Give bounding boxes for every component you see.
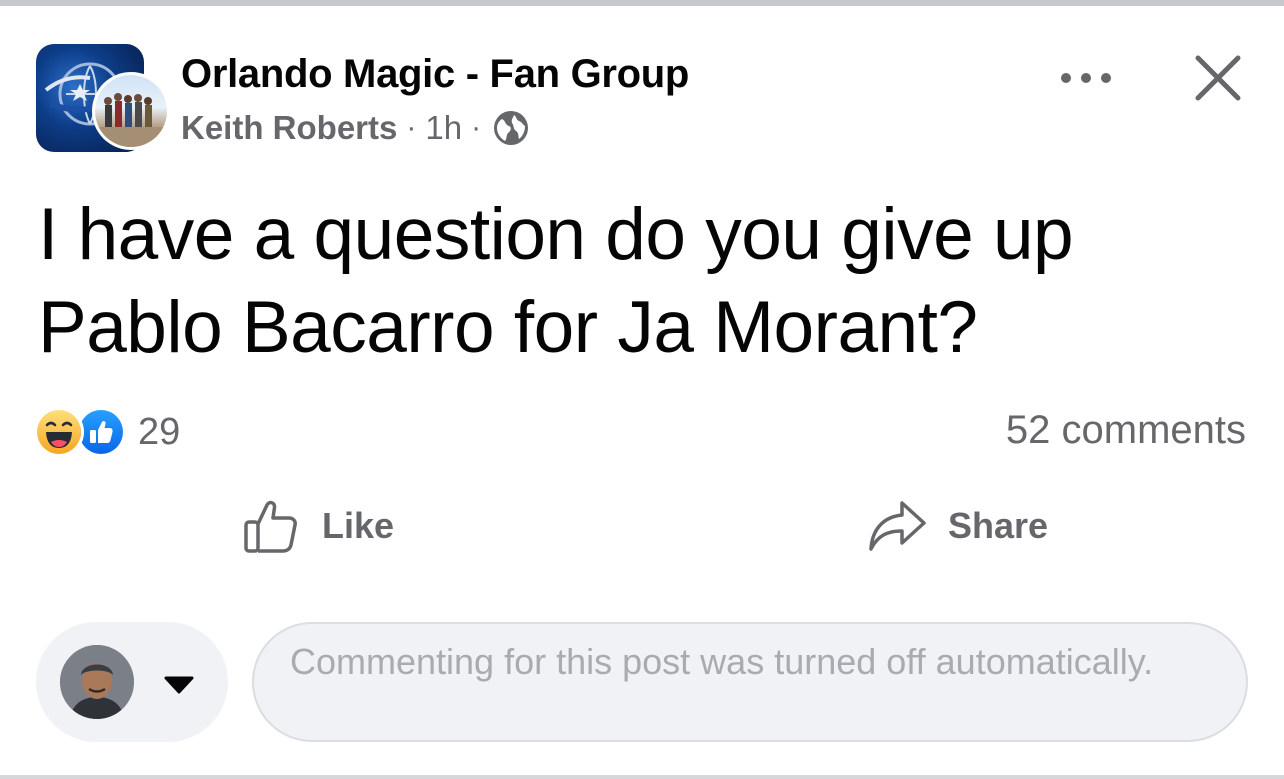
like-button[interactable]: Like <box>240 494 394 558</box>
meta-separator: · <box>406 111 417 144</box>
reactions-summary[interactable]: 29 <box>34 406 180 458</box>
author-avatar[interactable] <box>92 72 170 150</box>
globe-icon <box>492 109 530 147</box>
top-divider <box>0 0 1284 10</box>
close-icon <box>1195 55 1241 101</box>
post-text: I have a question do you give up Pablo B… <box>38 194 1074 368</box>
like-label: Like <box>322 505 395 546</box>
bottom-divider <box>0 775 1284 779</box>
meta-separator: · <box>471 111 482 144</box>
group-name[interactable]: Orlando Magic - Fan Group <box>181 52 689 97</box>
more-dots-icon <box>1061 73 1111 83</box>
author-name[interactable]: Keith Roberts <box>181 109 397 147</box>
post-meta: Keith Roberts · 1h · <box>181 108 530 148</box>
share-label: Share <box>948 505 1049 546</box>
like-icon <box>244 500 297 553</box>
group-photo-icon <box>95 93 167 147</box>
comments-count[interactable]: 52 comments <box>1006 408 1246 453</box>
comment-input[interactable]: Commenting for this post was turned off … <box>252 622 1248 742</box>
close-button[interactable] <box>1190 50 1246 106</box>
reaction-count: 29 <box>138 410 181 453</box>
post-time[interactable]: 1h <box>425 109 462 147</box>
haha-reaction-icon <box>34 407 84 457</box>
share-button[interactable]: Share <box>866 494 1048 558</box>
comment-disabled-message: Commenting for this post was turned off … <box>290 641 1154 682</box>
chevron-down-icon <box>164 676 194 694</box>
more-options-button[interactable] <box>1056 58 1116 98</box>
comment-identity-selector[interactable] <box>36 622 228 742</box>
share-icon <box>869 501 926 551</box>
current-user-avatar <box>60 645 134 719</box>
